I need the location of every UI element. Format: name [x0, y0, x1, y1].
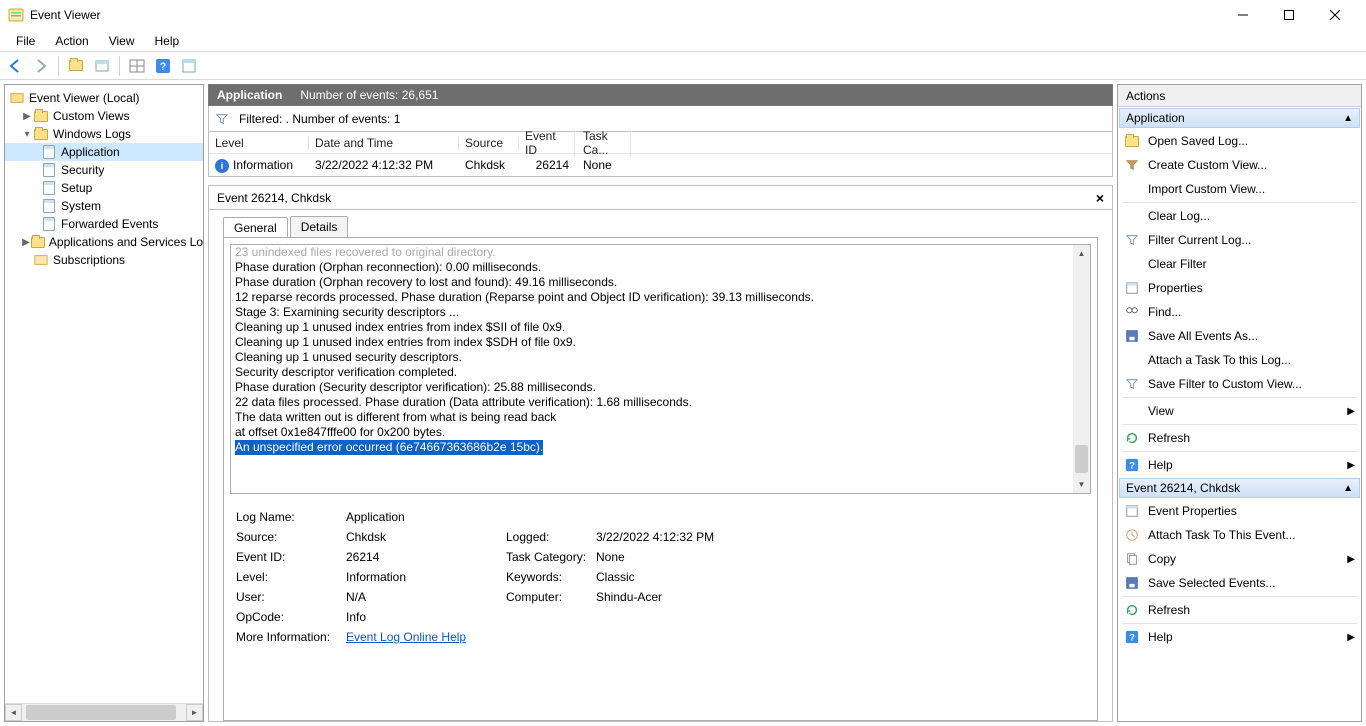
tree-application[interactable]: Application — [5, 143, 203, 161]
copy-icon — [1124, 551, 1140, 567]
tree-root[interactable]: Event Viewer (Local) — [5, 89, 203, 107]
col-eventid[interactable]: Event ID — [519, 129, 575, 157]
menu-file[interactable]: File — [6, 32, 45, 50]
funnel-icon — [209, 112, 235, 126]
tree-subscriptions[interactable]: Subscriptions — [5, 251, 203, 269]
col-taskcat[interactable]: Task Ca... — [575, 129, 631, 157]
action-find[interactable]: Find... — [1118, 300, 1361, 324]
close-button[interactable] — [1312, 0, 1358, 30]
detail-panel: Event 26214, Chkdsk × General Details 23… — [208, 185, 1113, 722]
detail-title-bar: Event 26214, Chkdsk × — [209, 186, 1112, 210]
action-create-custom-view[interactable]: Create Custom View... — [1118, 153, 1361, 177]
menu-help[interactable]: Help — [145, 32, 190, 50]
action-clear-log[interactable]: Clear Log... — [1118, 204, 1361, 228]
action-attach-task-event[interactable]: Attach Task To This Event... — [1118, 523, 1361, 547]
action-help[interactable]: ?Help▶ — [1118, 453, 1361, 477]
action-import-custom-view[interactable]: Import Custom View... — [1118, 177, 1361, 201]
grid-header[interactable]: Level Date and Time Source Event ID Task… — [209, 132, 1112, 154]
action-save-filter[interactable]: Save Filter to Custom View... — [1118, 372, 1361, 396]
tree-security[interactable]: Security — [5, 161, 203, 179]
col-source[interactable]: Source — [459, 136, 519, 150]
highlighted-error: An unspecified error occurred (6e7466736… — [235, 440, 543, 455]
minimize-button[interactable] — [1220, 0, 1266, 30]
content-header-name: Application — [209, 88, 292, 102]
actions-section-event[interactable]: Event 26214, Chkdsk▲ — [1119, 478, 1360, 498]
action-view[interactable]: View▶ — [1118, 399, 1361, 423]
tree-custom-views[interactable]: ▶Custom Views — [5, 107, 203, 125]
chevron-up-icon: ▲ — [1343, 483, 1353, 494]
navigation-tree: Event Viewer (Local) ▶Custom Views ▾Wind… — [4, 84, 204, 722]
maximize-button[interactable] — [1266, 0, 1312, 30]
tree-apps-services[interactable]: ▶Applications and Services Lo — [5, 233, 203, 251]
toolbar-icon-3[interactable] — [126, 55, 148, 77]
toolbar-icon-2[interactable] — [91, 55, 113, 77]
content-pane: Application Number of events: 26,651 Fil… — [208, 84, 1113, 722]
menu-view[interactable]: View — [99, 32, 145, 50]
help-icon: ? — [1124, 629, 1140, 645]
info-icon: i — [215, 159, 229, 173]
refresh-icon — [1124, 602, 1140, 618]
menu-action[interactable]: Action — [45, 32, 98, 50]
actions-title: Actions — [1118, 85, 1361, 107]
app-icon — [8, 7, 24, 23]
chevron-right-icon: ▶ — [1347, 406, 1355, 417]
refresh-icon — [1124, 430, 1140, 446]
tree-setup[interactable]: Setup — [5, 179, 203, 197]
menu-bar: File Action View Help — [0, 30, 1366, 52]
event-grid: Level Date and Time Source Event ID Task… — [208, 132, 1113, 177]
detail-title: Event 26214, Chkdsk — [217, 191, 331, 205]
action-refresh[interactable]: Refresh — [1118, 426, 1361, 450]
save-icon — [1124, 328, 1140, 344]
tree-windows-logs[interactable]: ▾Windows Logs — [5, 125, 203, 143]
tab-details[interactable]: Details — [290, 216, 349, 237]
action-attach-task[interactable]: Attach a Task To this Log... — [1118, 348, 1361, 372]
svg-text:?: ? — [160, 61, 167, 73]
log-v-scrollbar[interactable]: ▲▼ — [1073, 245, 1090, 493]
action-save-all-events[interactable]: Save All Events As... — [1118, 324, 1361, 348]
action-properties[interactable]: Properties — [1118, 276, 1361, 300]
help-icon[interactable]: ? — [152, 55, 174, 77]
title-bar: Event Viewer — [0, 0, 1366, 30]
col-level[interactable]: Level — [209, 136, 309, 150]
action-help-2[interactable]: ?Help▶ — [1118, 625, 1361, 649]
svg-text:?: ? — [1129, 461, 1135, 472]
tab-general[interactable]: General — [223, 217, 288, 238]
actions-pane: Actions Application▲ Open Saved Log... C… — [1117, 84, 1362, 722]
forward-button[interactable] — [30, 55, 52, 77]
window-title: Event Viewer — [30, 8, 1220, 22]
chevron-up-icon: ▲ — [1343, 113, 1353, 124]
find-icon — [1124, 304, 1140, 320]
col-datetime[interactable]: Date and Time — [309, 136, 459, 150]
toolbar-icon-4[interactable] — [178, 55, 200, 77]
chevron-right-icon: ▶ — [1347, 554, 1355, 565]
action-clear-filter[interactable]: Clear Filter — [1118, 252, 1361, 276]
help-icon: ? — [1124, 457, 1140, 473]
actions-section-application[interactable]: Application▲ — [1119, 108, 1360, 128]
chevron-right-icon: ▶ — [1347, 460, 1355, 471]
svg-text:?: ? — [1129, 633, 1135, 644]
close-icon[interactable]: × — [1096, 190, 1104, 206]
tree-forwarded[interactable]: Forwarded Events — [5, 215, 203, 233]
action-copy[interactable]: Copy▶ — [1118, 547, 1361, 571]
chevron-right-icon: ▶ — [1347, 632, 1355, 643]
filter-text: Filtered: . Number of events: 1 — [235, 112, 400, 126]
content-header: Application Number of events: 26,651 — [208, 84, 1113, 106]
action-filter-current-log[interactable]: Filter Current Log... — [1118, 228, 1361, 252]
content-header-count: Number of events: 26,651 — [292, 88, 438, 102]
more-info-link[interactable]: Event Log Online Help — [346, 630, 506, 644]
tree-h-scrollbar[interactable]: ◄► — [5, 703, 203, 721]
tree-system[interactable]: System — [5, 197, 203, 215]
event-properties: Log Name:Application Source:ChkdskLogged… — [230, 510, 1091, 644]
action-save-selected[interactable]: Save Selected Events... — [1118, 571, 1361, 595]
back-button[interactable] — [4, 55, 26, 77]
action-open-saved-log[interactable]: Open Saved Log... — [1118, 129, 1361, 153]
log-text[interactable]: 23 unindexed files recovered to original… — [230, 244, 1091, 494]
action-event-properties[interactable]: Event Properties — [1118, 499, 1361, 523]
toolbar-icon-1[interactable] — [65, 55, 87, 77]
filter-bar: Filtered: . Number of events: 1 — [208, 106, 1113, 132]
toolbar: ? — [0, 52, 1366, 80]
grid-row[interactable]: iInformation 3/22/2022 4:12:32 PM Chkdsk… — [209, 154, 1112, 176]
save-icon — [1124, 575, 1140, 591]
action-refresh-2[interactable]: Refresh — [1118, 598, 1361, 622]
